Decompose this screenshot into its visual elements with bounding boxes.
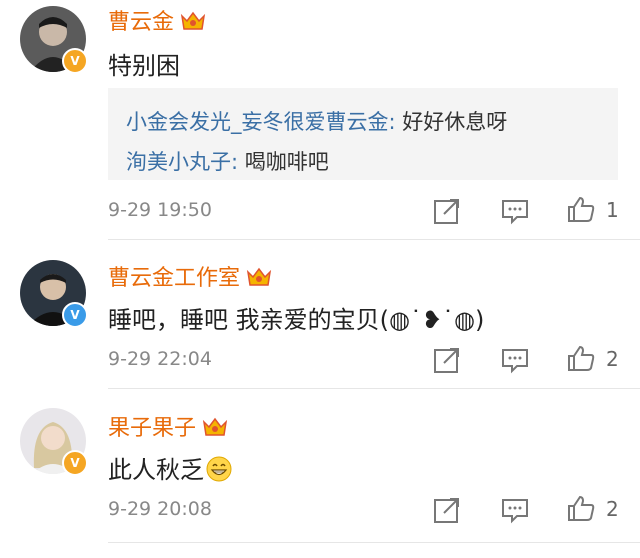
vip-crown-icon <box>180 11 206 30</box>
divider <box>108 542 640 543</box>
reply-text: 好好休息呀 <box>402 110 508 134</box>
reply-box[interactable]: 小金会发光_妄冬很爱曹云金: 好好休息呀 洵美小丸子: 喝咖啡吧 <box>108 88 618 180</box>
reply-item[interactable]: 小金会发光_妄冬很爱曹云金: 好好休息呀 <box>126 106 507 136</box>
verified-badge-icon: V <box>62 450 88 476</box>
vip-crown-icon <box>202 417 228 436</box>
comment-item: V 曹云金 特别困 小金会发光_妄冬很爱曹云金: 好好休息呀 洵美小丸子: 喝咖… <box>0 0 640 240</box>
user-name-text[interactable]: 曹云金工作室 <box>108 266 240 291</box>
avatar[interactable]: V <box>20 260 88 328</box>
user-name[interactable]: 曹云金 <box>108 4 206 36</box>
like-count: 2 <box>606 347 619 371</box>
comment-text: 睡吧，睡吧 我亲爱的宝贝(◍˙❥˙◍) <box>108 306 485 334</box>
vip-crown-icon <box>246 267 272 286</box>
user-name-text[interactable]: 果子果子 <box>108 416 196 441</box>
comment-icon[interactable] <box>500 495 530 525</box>
thumbs-up-icon[interactable] <box>566 194 596 224</box>
reply-user[interactable]: 小金会发光_妄冬很爱曹云金 <box>126 110 389 134</box>
divider <box>108 388 640 389</box>
comment-icon[interactable] <box>500 345 530 375</box>
user-name[interactable]: 曹云金工作室 <box>108 260 272 292</box>
comment-item: V 曹云金工作室 睡吧，睡吧 我亲爱的宝贝(◍˙❥˙◍) 9-29 22:04 … <box>0 240 640 390</box>
reply-separator: : <box>231 150 245 174</box>
timestamp: 9-29 22:04 <box>108 348 212 370</box>
comment-item: V 果子果子 此人秋乏 9-29 20:08 2 <box>0 390 640 558</box>
grin-emoji-icon <box>206 456 232 482</box>
avatar[interactable]: V <box>20 6 88 74</box>
like-count: 1 <box>606 198 619 222</box>
user-name-text[interactable]: 曹云金 <box>108 10 174 35</box>
verified-badge-icon: V <box>62 302 88 328</box>
thumbs-up-icon[interactable] <box>566 343 596 373</box>
reply-item[interactable]: 洵美小丸子: 喝咖啡吧 <box>126 146 329 176</box>
reply-separator: : <box>388 110 403 134</box>
comment-text-body: 此人秋乏 <box>108 456 204 484</box>
share-icon[interactable] <box>432 495 462 525</box>
comment-icon[interactable] <box>500 196 530 226</box>
avatar[interactable]: V <box>20 408 88 476</box>
timestamp: 9-29 19:50 <box>108 199 212 221</box>
timestamp: 9-29 20:08 <box>108 498 212 520</box>
thumbs-up-icon[interactable] <box>566 493 596 523</box>
user-name[interactable]: 果子果子 <box>108 410 228 442</box>
reply-text: 喝咖啡吧 <box>244 150 329 174</box>
like-count: 2 <box>606 497 619 521</box>
reply-user[interactable]: 洵美小丸子 <box>126 150 231 174</box>
verified-badge-icon: V <box>62 48 88 74</box>
share-icon[interactable] <box>432 196 462 226</box>
comment-text: 此人秋乏 <box>108 450 232 485</box>
comment-text: 特别困 <box>108 52 180 80</box>
share-icon[interactable] <box>432 345 462 375</box>
